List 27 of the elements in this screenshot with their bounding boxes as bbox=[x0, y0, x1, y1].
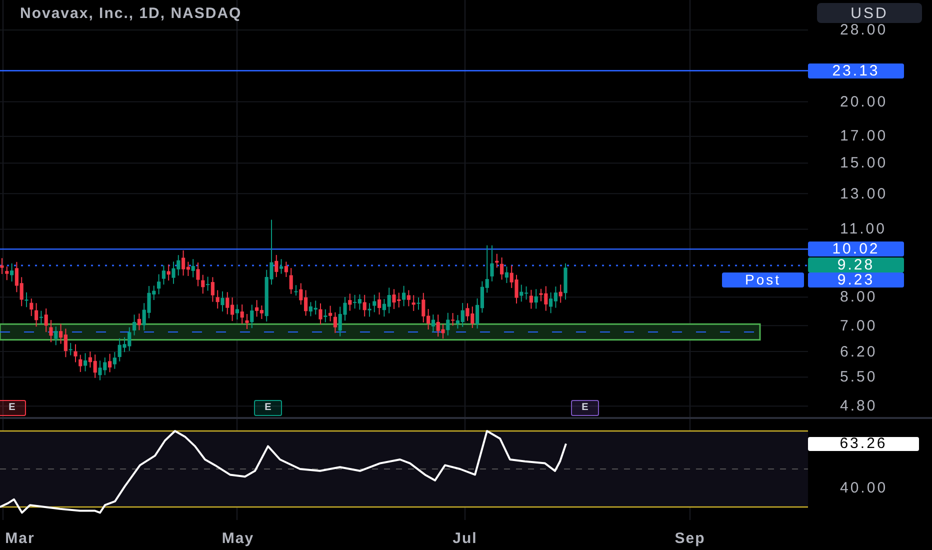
earnings-marker[interactable]: E bbox=[254, 400, 282, 416]
time-axis-label: Mar bbox=[5, 530, 35, 547]
price-label: 10.02 bbox=[808, 242, 904, 257]
price-label: 9.23 bbox=[808, 272, 904, 288]
price-label: 9.28 bbox=[808, 258, 904, 273]
post-market-tag: Post bbox=[722, 272, 804, 288]
price-axis-label: 17.00 bbox=[840, 128, 888, 145]
price-axis-label: 13.00 bbox=[840, 185, 888, 202]
time-axis-label: Jul bbox=[452, 530, 478, 547]
rsi-axis-label: 40.00 bbox=[840, 480, 888, 496]
price-axis-label: 11.00 bbox=[840, 220, 886, 238]
price-axis-label: 5.50 bbox=[840, 368, 878, 386]
time-axis-label: Sep bbox=[674, 530, 706, 547]
time-axis-label: May bbox=[222, 530, 254, 547]
price-axis-label: 8.00 bbox=[840, 288, 878, 306]
price-axis-label: 7.00 bbox=[840, 317, 878, 334]
price-axis-label: 15.00 bbox=[840, 154, 888, 172]
rsi-value-label: 63.26 bbox=[808, 436, 919, 451]
price-axis-label: 28.00 bbox=[840, 21, 888, 38]
chart-title: Novavax, Inc., 1D, NASDAQ bbox=[20, 5, 242, 22]
price-axis-label: 4.80 bbox=[840, 398, 878, 415]
earnings-marker[interactable]: E bbox=[571, 400, 599, 416]
earnings-marker[interactable]: E bbox=[0, 400, 26, 416]
price-label: 23.13 bbox=[808, 63, 904, 78]
currency-button[interactable]: USD bbox=[817, 3, 922, 23]
price-axis-label: 20.00 bbox=[840, 93, 888, 110]
price-axis-label: 6.20 bbox=[840, 343, 878, 360]
